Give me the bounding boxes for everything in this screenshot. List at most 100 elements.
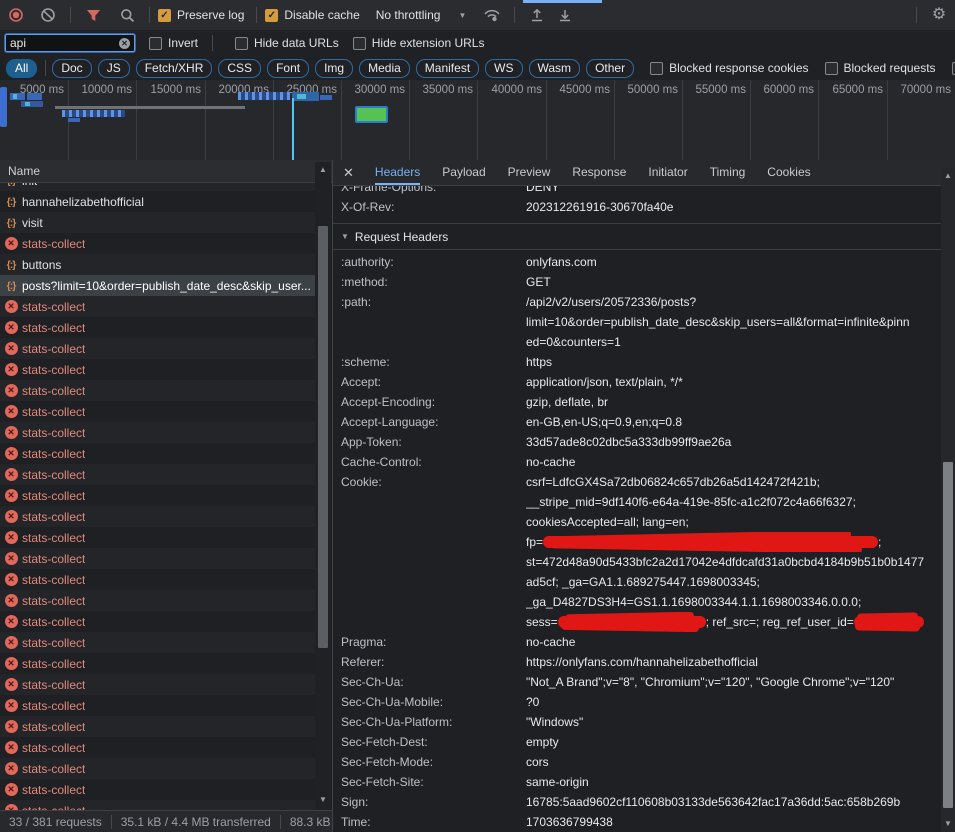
toolbar-divider xyxy=(256,7,257,23)
request-row[interactable]: ✕stats-collect xyxy=(0,737,315,758)
list-scrollbar[interactable]: ▲ ▼ xyxy=(315,162,331,808)
request-row[interactable]: ✕stats-collect xyxy=(0,233,315,254)
header-value: 33d57ade8c02dbc5a333db99ff9ae26a xyxy=(526,432,941,452)
request-row[interactable]: {:}visit xyxy=(0,212,315,233)
header-row: Referer:https://onlyfans.com/hannaheliza… xyxy=(333,652,941,672)
request-row[interactable]: ✕stats-collect xyxy=(0,506,315,527)
chevron-down-icon[interactable]: ▼ xyxy=(458,11,466,20)
request-row[interactable]: ✕stats-collect xyxy=(0,590,315,611)
settings-button[interactable]: ⚙ xyxy=(927,3,951,27)
request-row[interactable]: ✕stats-collect xyxy=(0,485,315,506)
network-conditions-button[interactable] xyxy=(480,3,504,27)
scroll-up-icon[interactable]: ▲ xyxy=(315,164,331,176)
request-name: posts?limit=10&order=publish_date_desc&s… xyxy=(22,279,311,293)
request-row[interactable]: ✕stats-collect xyxy=(0,674,315,695)
tab-payload[interactable]: Payload xyxy=(442,160,485,185)
tab-preview[interactable]: Preview xyxy=(508,160,551,185)
tab-initiator[interactable]: Initiator xyxy=(648,160,687,185)
tab-headers[interactable]: Headers xyxy=(375,160,420,185)
type-filter-doc[interactable]: Doc xyxy=(52,59,91,78)
import-har-button[interactable] xyxy=(525,3,549,27)
disable-cache-checkbox[interactable]: ✓ xyxy=(265,9,278,22)
blocked-requests-checkbox[interactable] xyxy=(825,62,838,75)
request-row[interactable]: ✕stats-collect xyxy=(0,569,315,590)
error-icon: ✕ xyxy=(5,489,18,502)
request-row[interactable]: ✕stats-collect xyxy=(0,716,315,737)
header-value: empty xyxy=(526,732,941,752)
type-filter-wasm[interactable]: Wasm xyxy=(529,59,581,78)
request-row[interactable]: ✕stats-collect xyxy=(0,632,315,653)
request-row[interactable]: ✕stats-collect xyxy=(0,527,315,548)
request-row[interactable]: ✕stats-collect xyxy=(0,443,315,464)
request-name: stats-collect xyxy=(22,363,85,377)
pill-divider xyxy=(45,60,46,76)
clear-button[interactable] xyxy=(36,3,60,27)
request-row[interactable]: ✕stats-collect xyxy=(0,464,315,485)
hide-data-urls-checkbox[interactable] xyxy=(235,37,248,50)
request-row[interactable]: ✕stats-collect xyxy=(0,380,315,401)
request-row[interactable]: ✕stats-collect xyxy=(0,779,315,800)
error-icon: ✕ xyxy=(5,636,18,649)
search-button[interactable] xyxy=(115,3,139,27)
header-row: Accept-Language:en-GB,en-US;q=0.9,en;q=0… xyxy=(333,412,941,432)
request-name: stats-collect xyxy=(22,237,85,251)
request-row[interactable]: ✕stats-collect xyxy=(0,317,315,338)
name-column-header[interactable]: Name xyxy=(0,160,332,183)
tab-timing[interactable]: Timing xyxy=(710,160,746,185)
clear-filter-icon[interactable]: ✕ xyxy=(119,38,130,49)
request-row[interactable]: ✕stats-collect xyxy=(0,548,315,569)
invert-checkbox[interactable] xyxy=(149,37,162,50)
request-name: stats-collect xyxy=(22,300,85,314)
request-row[interactable]: {:}posts?limit=10&order=publish_date_des… xyxy=(0,275,315,296)
hide-extension-urls-checkbox[interactable] xyxy=(353,37,366,50)
request-name: stats-collect xyxy=(22,468,85,482)
tab-cookies[interactable]: Cookies xyxy=(767,160,810,185)
request-row[interactable]: ✕stats-collect xyxy=(0,401,315,422)
request-row[interactable]: {:}init xyxy=(0,183,315,191)
request-row[interactable]: ✕stats-collect xyxy=(0,653,315,674)
list-scrollbar-thumb[interactable] xyxy=(318,226,328,648)
throttling-select[interactable]: No throttling xyxy=(376,8,441,22)
type-filter-media[interactable]: Media xyxy=(359,59,410,78)
request-headers-section-header[interactable]: ▼Request Headers xyxy=(333,224,941,249)
header-row: :method:GET xyxy=(333,272,941,292)
request-row[interactable]: ✕stats-collect xyxy=(0,800,315,810)
request-row[interactable]: ✕stats-collect xyxy=(0,359,315,380)
request-row[interactable]: ✕stats-collect xyxy=(0,611,315,632)
type-filter-css[interactable]: CSS xyxy=(218,59,261,78)
filter-input[interactable] xyxy=(10,36,119,50)
header-row: :authority:onlyfans.com xyxy=(333,252,941,272)
request-row[interactable]: ✕stats-collect xyxy=(0,338,315,359)
type-filter-manifest[interactable]: Manifest xyxy=(416,59,479,78)
type-filter-img[interactable]: Img xyxy=(315,59,353,78)
scroll-up-icon[interactable]: ▲ xyxy=(941,170,955,182)
name-column-label: Name xyxy=(8,164,40,178)
waterfall-bar xyxy=(0,87,7,127)
record-button[interactable] xyxy=(4,3,28,27)
header-value: https://onlyfans.com/hannahelizabethoffi… xyxy=(526,652,941,672)
3rd-party-requests-checkbox[interactable] xyxy=(952,62,955,75)
type-filter-ws[interactable]: WS xyxy=(485,59,522,78)
request-row[interactable]: ✕stats-collect xyxy=(0,695,315,716)
details-scrollbar[interactable]: ▲ ▼ xyxy=(941,168,955,832)
request-row[interactable]: ✕stats-collect xyxy=(0,422,315,443)
type-filter-all[interactable]: All xyxy=(6,59,37,78)
filter-button[interactable] xyxy=(81,3,105,27)
preserve-log-checkbox[interactable]: ✓ xyxy=(158,9,171,22)
scroll-down-icon[interactable]: ▼ xyxy=(941,818,955,830)
request-row[interactable]: {:}buttons xyxy=(0,254,315,275)
type-filter-fetch-xhr[interactable]: Fetch/XHR xyxy=(136,59,213,78)
export-har-button[interactable] xyxy=(553,3,577,27)
request-row[interactable]: {:}hannahelizabethofficial xyxy=(0,191,315,212)
type-filter-font[interactable]: Font xyxy=(267,59,309,78)
close-icon[interactable]: ✕ xyxy=(343,165,354,181)
tab-response[interactable]: Response xyxy=(572,160,626,185)
network-overview[interactable]: 5000 ms10000 ms15000 ms20000 ms25000 ms3… xyxy=(0,80,955,161)
type-filter-other[interactable]: Other xyxy=(586,59,634,78)
type-filter-js[interactable]: JS xyxy=(98,59,130,78)
blocked-response-cookies-checkbox[interactable] xyxy=(650,62,663,75)
request-row[interactable]: ✕stats-collect xyxy=(0,758,315,779)
scroll-down-icon[interactable]: ▼ xyxy=(315,794,331,806)
details-scrollbar-thumb[interactable] xyxy=(943,462,953,808)
request-row[interactable]: ✕stats-collect xyxy=(0,296,315,317)
